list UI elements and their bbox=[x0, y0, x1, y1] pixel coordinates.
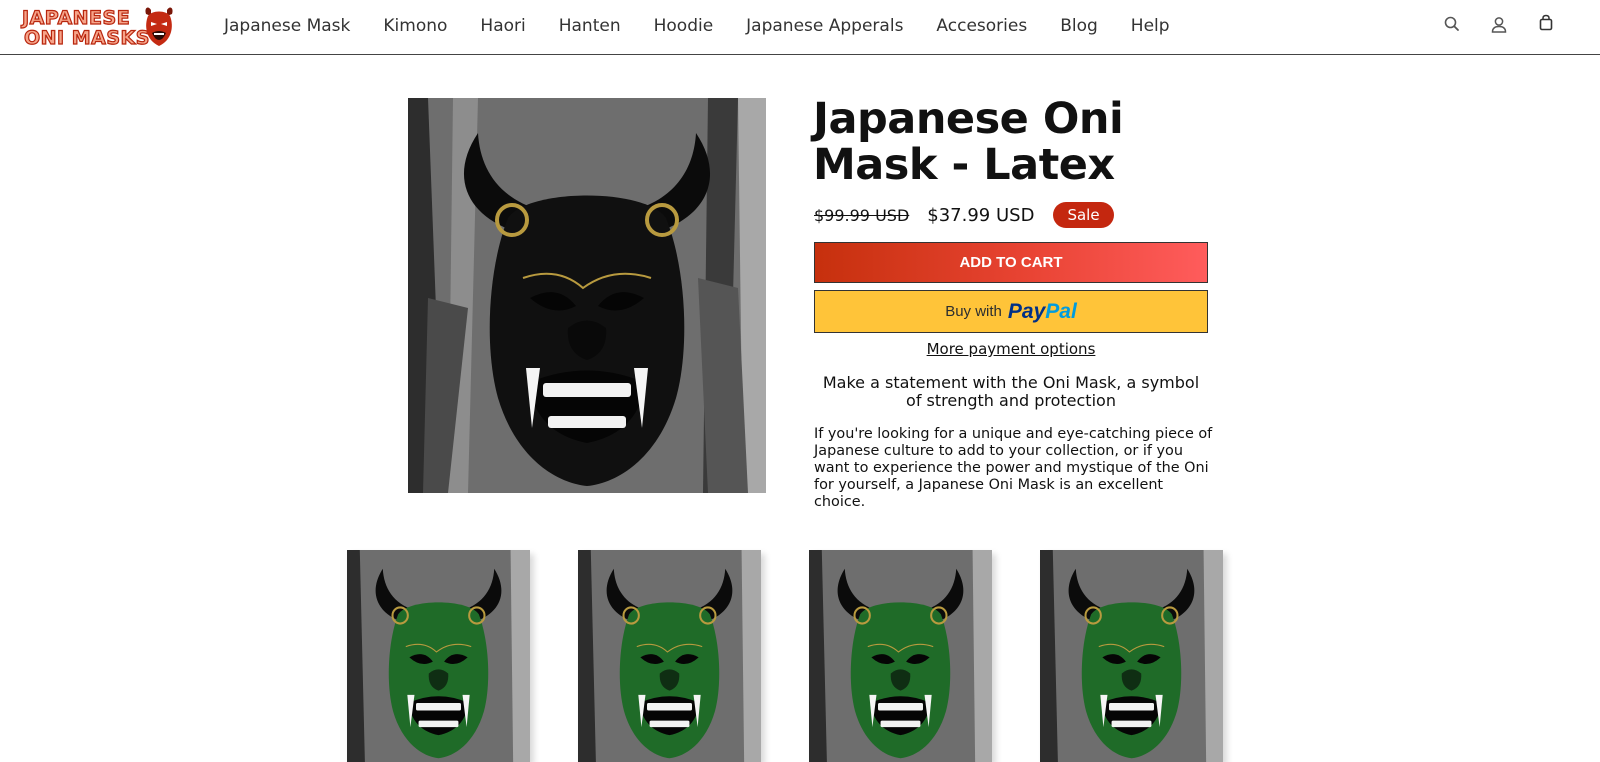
price-row: $99.99 USD $37.99 USD Sale bbox=[814, 200, 1114, 230]
more-payment-options-link[interactable]: More payment options bbox=[814, 340, 1208, 358]
site-header: JAPANESE ONI MASKS Japanese Mask Kimono … bbox=[0, 0, 1600, 55]
oni-logo-icon bbox=[145, 7, 173, 46]
nav-hoodie[interactable]: Hoodie bbox=[654, 16, 714, 40]
product-main-image[interactable] bbox=[408, 98, 766, 493]
account-icon[interactable] bbox=[1489, 15, 1509, 35]
product-title: Japanese Oni Mask - Latex bbox=[813, 94, 1124, 190]
add-to-cart-button[interactable]: ADD TO CART bbox=[814, 242, 1208, 283]
paypal-button[interactable]: Buy with Pay Pal bbox=[814, 290, 1208, 333]
cart-icon[interactable] bbox=[1536, 13, 1556, 33]
product-tagline: Make a statement with the Oni Mask, a sy… bbox=[822, 373, 1200, 410]
product-thumbnail-4[interactable] bbox=[1040, 550, 1223, 762]
logo-text-line1: JAPANESE bbox=[21, 7, 131, 29]
sale-badge: Sale bbox=[1053, 202, 1114, 228]
product-thumbnail-1[interactable] bbox=[347, 550, 530, 762]
nav-japanese-apperals[interactable]: Japanese Apperals bbox=[746, 16, 903, 40]
product-description: If you're looking for a unique and eye-c… bbox=[814, 426, 1213, 510]
search-icon[interactable] bbox=[1442, 14, 1462, 34]
nav-blog[interactable]: Blog bbox=[1060, 16, 1098, 40]
paypal-logo-pal: Pal bbox=[1045, 299, 1077, 323]
paypal-logo-pay: Pay bbox=[1007, 299, 1046, 323]
nav-japanese-mask[interactable]: Japanese Mask bbox=[224, 16, 350, 40]
nav-help[interactable]: Help bbox=[1131, 16, 1170, 40]
nav-hanten[interactable]: Hanten bbox=[559, 16, 621, 40]
product-thumbnail-3[interactable] bbox=[809, 550, 992, 762]
nav-kimono[interactable]: Kimono bbox=[383, 16, 447, 40]
main-nav: Japanese Mask Kimono Haori Hanten Hoodie… bbox=[224, 16, 1203, 40]
product-thumbnail-2[interactable] bbox=[578, 550, 761, 762]
nav-accesories[interactable]: Accesories bbox=[936, 16, 1027, 40]
compare-at-price: $99.99 USD bbox=[814, 205, 910, 225]
paypal-buy-with-label: Buy with bbox=[945, 303, 1002, 320]
logo-text-line2: ONI MASKS bbox=[23, 27, 150, 49]
sale-price: $37.99 USD bbox=[927, 204, 1035, 226]
nav-haori[interactable]: Haori bbox=[480, 16, 525, 40]
site-logo[interactable]: JAPANESE ONI MASKS bbox=[21, 4, 178, 49]
